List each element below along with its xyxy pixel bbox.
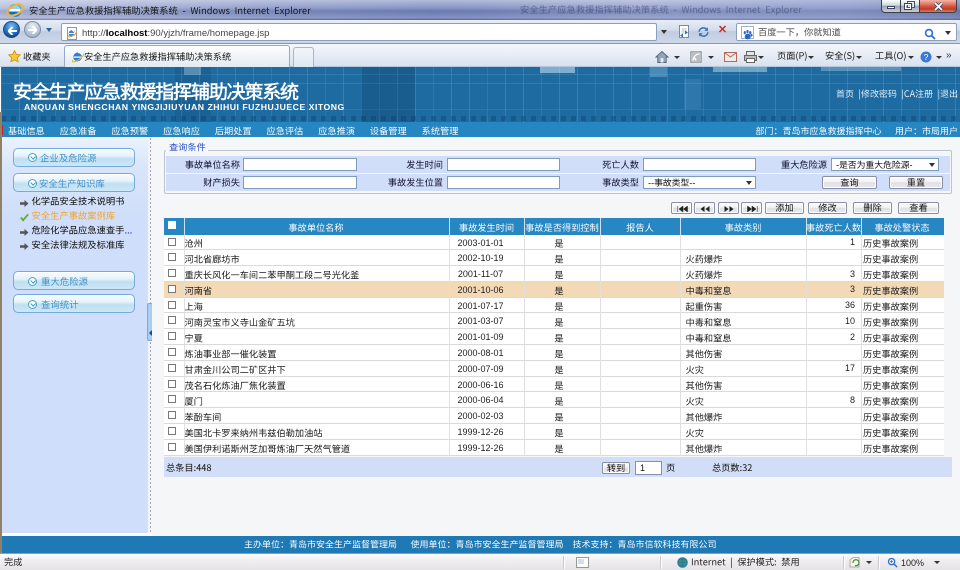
svg-text:?: ?	[924, 52, 929, 62]
